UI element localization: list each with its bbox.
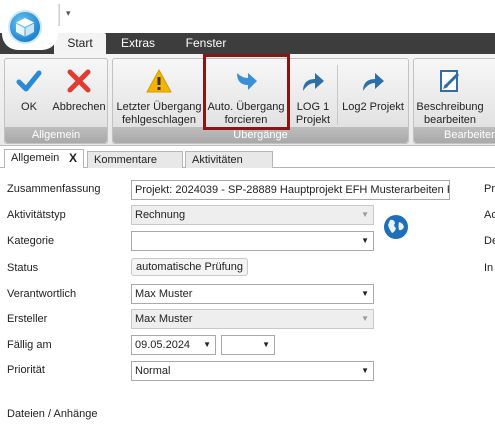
faellig-am-label: Fällig am <box>7 339 52 351</box>
right-label-1: Pr <box>484 183 495 195</box>
kategorie-label: Kategorie <box>7 235 55 247</box>
right-label-2: Ac <box>484 209 495 221</box>
beschreibung-label-1: Beschreibung <box>416 101 484 113</box>
aktivitaetstyp-select[interactable]: Rechnung ▼ <box>131 205 374 225</box>
verantwortlich-value: Max Muster <box>135 288 193 300</box>
aktivitaetstyp-label: Aktivitätstyp <box>7 209 66 221</box>
globe-icon[interactable] <box>383 214 409 240</box>
log1-label-1: LOG 1 <box>296 101 330 113</box>
chevron-down-icon: ▼ <box>262 340 270 349</box>
log2-label: Log2 Projekt <box>342 101 404 113</box>
log1-label-2: Projekt <box>295 114 331 126</box>
ok-label: OK <box>21 101 37 113</box>
chevron-down-icon: ▼ <box>361 210 369 219</box>
chevron-down-icon: ▼ <box>361 289 369 298</box>
chevron-down-icon: ▼ <box>361 236 369 245</box>
letzter-uebergang-button[interactable]: Letzter Übergang fehlgeschlagen <box>115 59 203 129</box>
kategorie-select[interactable]: ▼ <box>131 231 374 251</box>
tab-fenster[interactable]: Fenster <box>178 33 234 54</box>
app-logo-icon <box>8 10 42 44</box>
cancel-x-icon <box>67 69 91 93</box>
group-allgemein: OK Abbrechen Allgemein <box>4 58 108 144</box>
tab-allgemein[interactable]: Allgemein X <box>4 149 84 168</box>
beschreibung-label-2: bearbeiten <box>424 114 476 126</box>
chevron-down-icon: ▼ <box>203 340 211 349</box>
status-label: Status <box>7 262 39 274</box>
faellig-am-date-value: 09.05.2024 <box>135 339 191 351</box>
faellig-am-date-input[interactable]: 09.05.2024 ▼ <box>131 335 216 355</box>
status-badge: automatische Prüfung <box>131 258 249 276</box>
zusammenfassung-label: Zusammenfassung <box>7 183 101 195</box>
warning-icon <box>146 68 172 93</box>
tab-start[interactable]: Start <box>54 33 106 54</box>
beschreibung-bearbeiten-button[interactable]: Beschreibung bearbeiten <box>414 59 486 129</box>
prioritaet-label: Priorität <box>7 364 45 376</box>
tab-extras[interactable]: Extras <box>112 33 164 54</box>
verantwortlich-select[interactable]: Max Muster ▼ <box>131 284 374 304</box>
zusammenfassung-input[interactable]: Projekt: 2024039 - SP-28889 Hauptprojekt… <box>131 180 450 200</box>
ersteller-select[interactable]: Max Muster ▼ <box>131 309 374 329</box>
prioritaet-select[interactable]: Normal ▼ <box>131 361 374 381</box>
aktivitaetstyp-value: Rechnung <box>135 209 186 221</box>
highlight-annotation <box>203 54 290 130</box>
tab-aktivitaeten[interactable]: Aktivitäten <box>185 151 273 168</box>
faellig-am-time-input[interactable]: ▼ <box>221 335 275 355</box>
verantwortlich-label: Verantwortlich <box>7 288 77 300</box>
group-allgemein-label: Allgemein <box>5 127 107 143</box>
close-tab-icon[interactable]: X <box>69 150 77 166</box>
letzter-uebergang-label-1: Letzter Übergang <box>116 101 202 113</box>
log2-projekt-button[interactable]: Log2 Projekt <box>339 59 407 129</box>
chevron-down-icon: ▼ <box>361 314 369 323</box>
letzter-uebergang-label-2: fehlgeschlagen <box>121 114 196 126</box>
right-label-3: De <box>484 235 495 247</box>
group-bearbeiten: Beschreibung bearbeiten Bearbeiten <box>413 58 495 144</box>
tab-kommentare[interactable]: Kommentare <box>87 151 183 168</box>
log1-projekt-button[interactable]: LOG 1 Projekt <box>291 59 335 129</box>
ok-button[interactable]: OK <box>7 59 51 129</box>
separator <box>337 65 338 125</box>
right-label-4: In <box>484 262 494 274</box>
quick-access-dropdown-icon[interactable]: ▾ <box>66 8 71 19</box>
abbrechen-label: Abbrechen <box>52 101 106 113</box>
title-bar <box>0 0 495 33</box>
ersteller-value: Max Muster <box>135 313 193 325</box>
group-bearbeiten-label: Bearbeiten <box>414 127 495 143</box>
share-arrow-icon <box>303 73 324 91</box>
dateien-anhaenge-heading: Dateien / Anhänge <box>7 408 98 420</box>
abbrechen-button[interactable]: Abbrechen <box>51 59 107 129</box>
prioritaet-value: Normal <box>135 365 171 377</box>
edit-document-icon <box>440 70 460 92</box>
chevron-down-icon: ▼ <box>361 366 369 375</box>
ersteller-label: Ersteller <box>7 313 48 325</box>
checkmark-icon <box>16 70 42 92</box>
app-menu-button[interactable] <box>2 4 58 50</box>
share-arrow-icon <box>363 73 384 91</box>
tab-allgemein-label: Allgemein <box>11 152 60 164</box>
